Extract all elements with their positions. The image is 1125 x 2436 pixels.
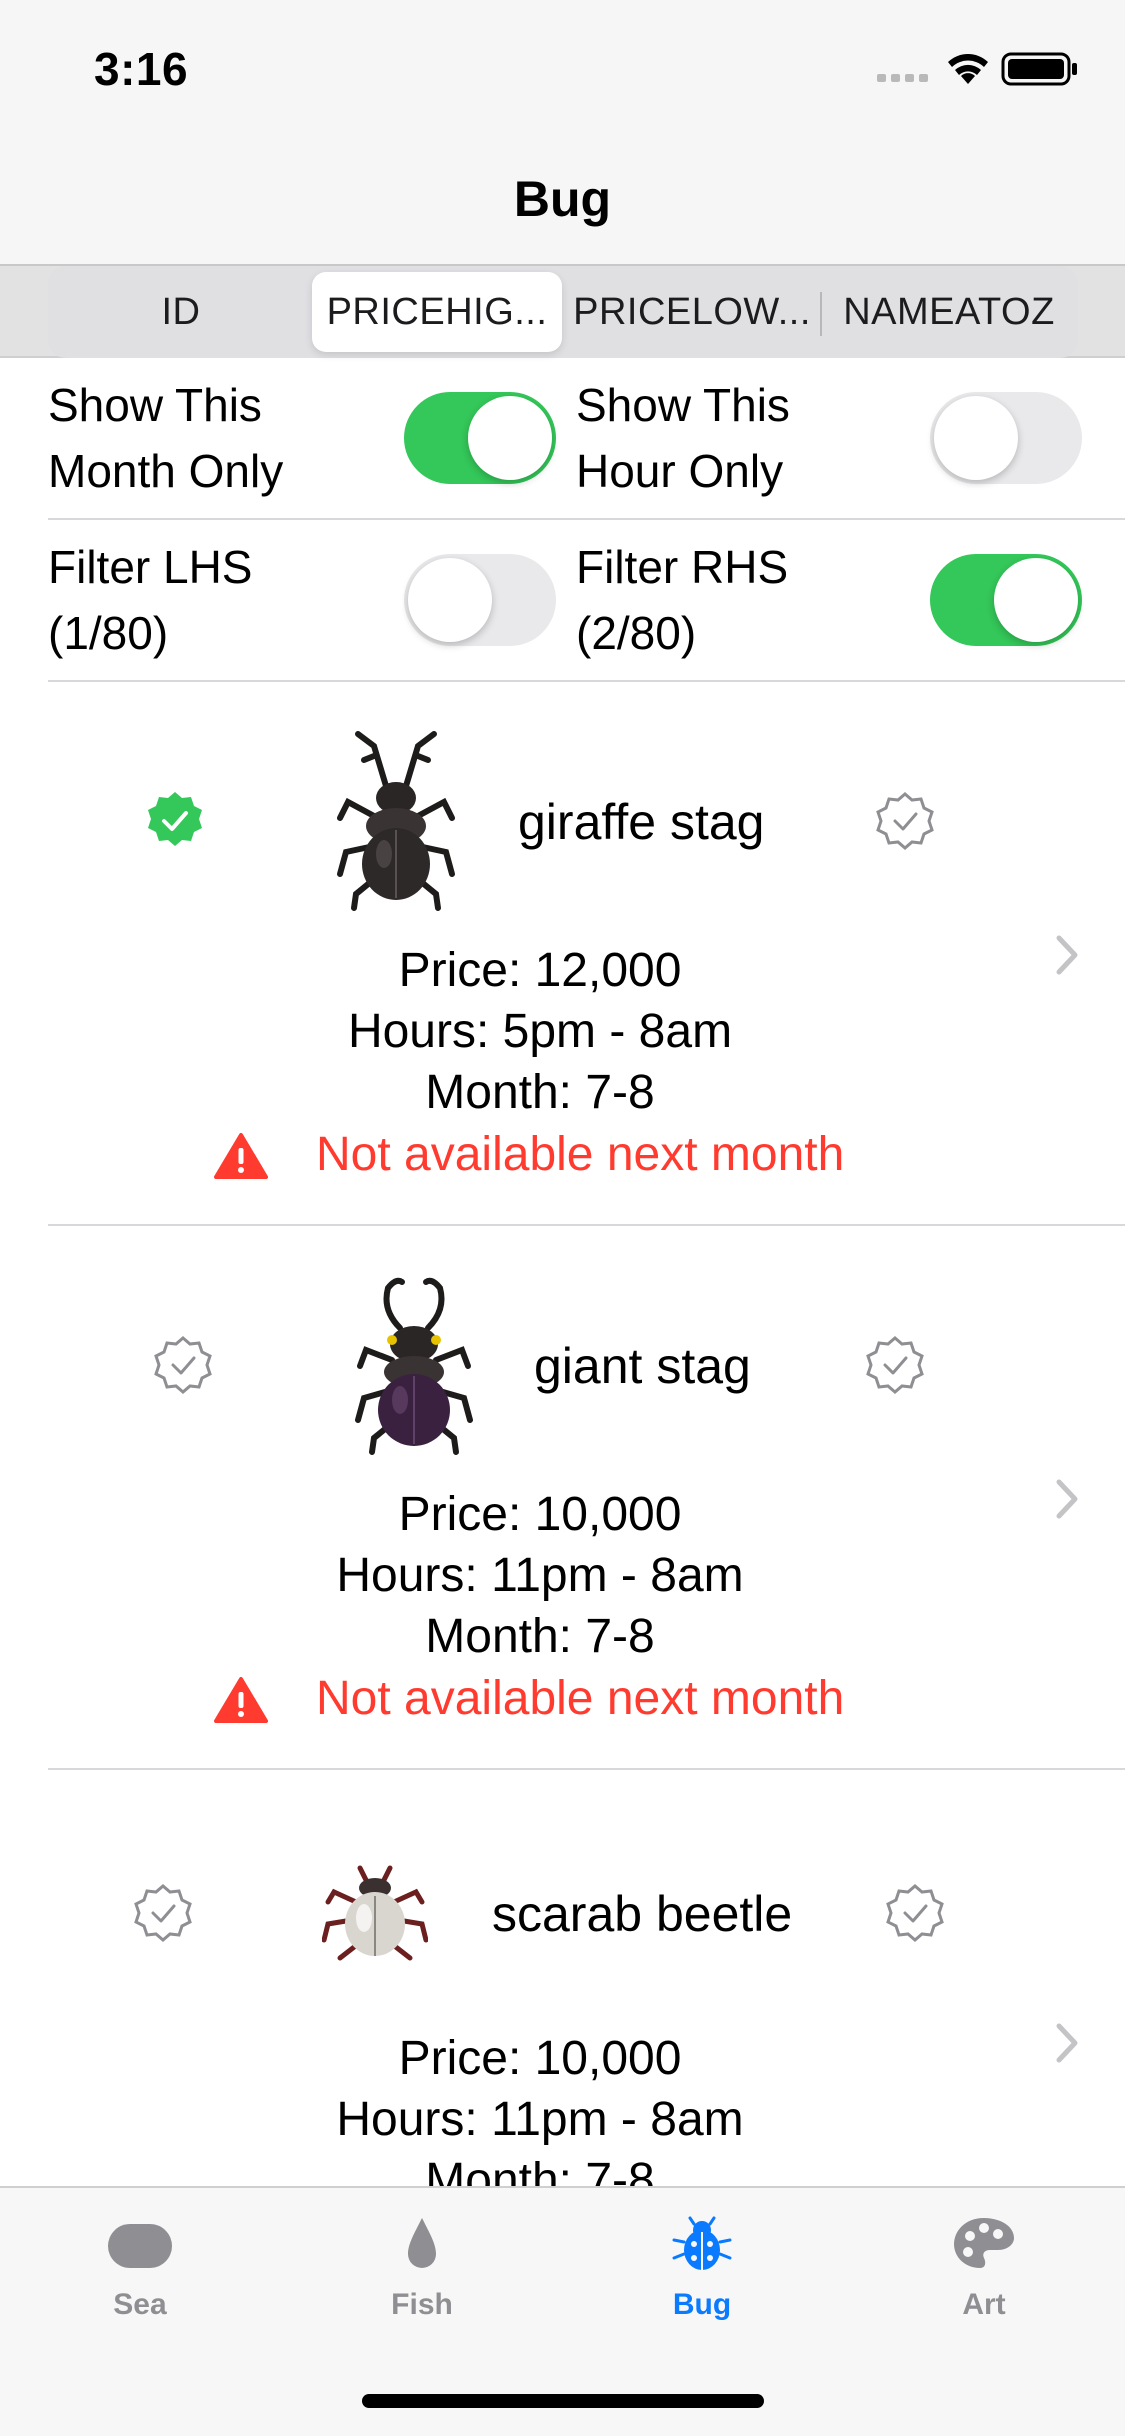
sort-segmented-control: ID PRICEHIG... PRICELOW... NAMEATOZ: [48, 266, 1078, 358]
segment-name-a-to-z[interactable]: NAMEATOZ: [824, 272, 1074, 352]
hour-only-label: Show This Hour Only: [576, 379, 790, 497]
tab-fish[interactable]: Fish: [322, 2214, 522, 2344]
ladybug-icon: [672, 2216, 732, 2270]
item-name: scarab beetle: [492, 1886, 793, 1942]
battery-icon: [1001, 52, 1077, 86]
item-price: Price: 12,000: [398, 944, 682, 997]
tab-label: Sea: [113, 2288, 167, 2321]
sea-icon: [108, 2224, 172, 2268]
hour-only-toggle[interactable]: [930, 392, 1082, 484]
warning-icon: [214, 1133, 268, 1179]
chevron-right-icon: [1056, 2023, 1078, 2063]
caught-unchecked-icon[interactable]: [132, 1882, 194, 1944]
wifi-icon: [948, 54, 988, 84]
scarab-beetle-icon: [322, 1865, 428, 1961]
chevron-right-icon: [1056, 1479, 1078, 1519]
segment-divider: [820, 292, 822, 336]
item-price: Price: 10,000: [398, 1488, 682, 1541]
tab-sea[interactable]: Sea: [40, 2214, 240, 2344]
favorite-unchecked-icon[interactable]: [864, 1334, 926, 1396]
item-hours: Hours: 11pm - 8am: [336, 1549, 744, 1602]
status-icons: [877, 52, 1077, 86]
favorite-unchecked-icon[interactable]: [884, 1882, 946, 1944]
signal-icon: [877, 74, 928, 82]
month-only-label: Show This Month Only: [48, 379, 284, 497]
list-item[interactable]: giant stag Price: 10,000 Hours: 11pm - 8…: [0, 1226, 1125, 1770]
list-item[interactable]: giraffe stag Price: 12,000 Hours: 5pm - …: [0, 682, 1125, 1226]
item-hours: Hours: 5pm - 8am: [347, 1005, 733, 1058]
home-indicator[interactable]: [362, 2394, 764, 2408]
item-name: giant stag: [534, 1338, 751, 1394]
filter-row-side: Filter LHS (1/80) Filter RHS (2/80): [0, 520, 1125, 682]
month-only-toggle[interactable]: [404, 392, 556, 484]
item-month: Month: 7-8: [425, 1066, 655, 1119]
tab-label: Fish: [391, 2288, 453, 2321]
giant-stag-icon: [355, 1277, 473, 1455]
filter-lhs-toggle[interactable]: [404, 554, 556, 646]
segment-price-low[interactable]: PRICELOW...: [566, 272, 818, 352]
giraffe-stag-icon: [337, 731, 455, 911]
segment-price-high[interactable]: PRICEHIG...: [312, 272, 562, 352]
availability-warning: Not available next month: [316, 1672, 845, 1725]
item-hours: Hours: 11pm - 8am: [336, 2093, 744, 2146]
chevron-right-icon: [1056, 935, 1078, 975]
tab-label: Art: [962, 2288, 1006, 2321]
caught-checked-icon[interactable]: [144, 790, 206, 852]
item-price: Price: 10,000: [398, 2032, 682, 2085]
tab-bug[interactable]: Bug: [602, 2214, 802, 2344]
status-time: 3:16: [94, 43, 189, 95]
drop-icon: [408, 2218, 436, 2268]
filter-row-time: Show This Month Only Show This Hour Only: [0, 358, 1125, 520]
filter-rhs-toggle[interactable]: [930, 554, 1082, 646]
page-title: Bug: [513, 171, 612, 227]
filter-rhs-label: Filter RHS (2/80): [576, 541, 789, 659]
item-name: giraffe stag: [518, 794, 765, 850]
warning-icon: [214, 1677, 268, 1723]
sort-bar: ID PRICEHIG... PRICELOW... NAMEATOZ: [0, 266, 1125, 358]
segment-id[interactable]: ID: [54, 272, 308, 352]
tab-art[interactable]: Art: [884, 2214, 1084, 2344]
navigation-header: 3:16 Bug: [0, 0, 1125, 266]
favorite-unchecked-icon[interactable]: [874, 790, 936, 852]
caught-unchecked-icon[interactable]: [152, 1334, 214, 1396]
tab-label: Bug: [672, 2288, 732, 2321]
palette-icon: [954, 2218, 1014, 2268]
availability-warning: Not available next month: [316, 1128, 845, 1181]
filter-lhs-label: Filter LHS (1/80): [48, 541, 253, 659]
item-month: Month: 7-8: [425, 1610, 655, 1663]
